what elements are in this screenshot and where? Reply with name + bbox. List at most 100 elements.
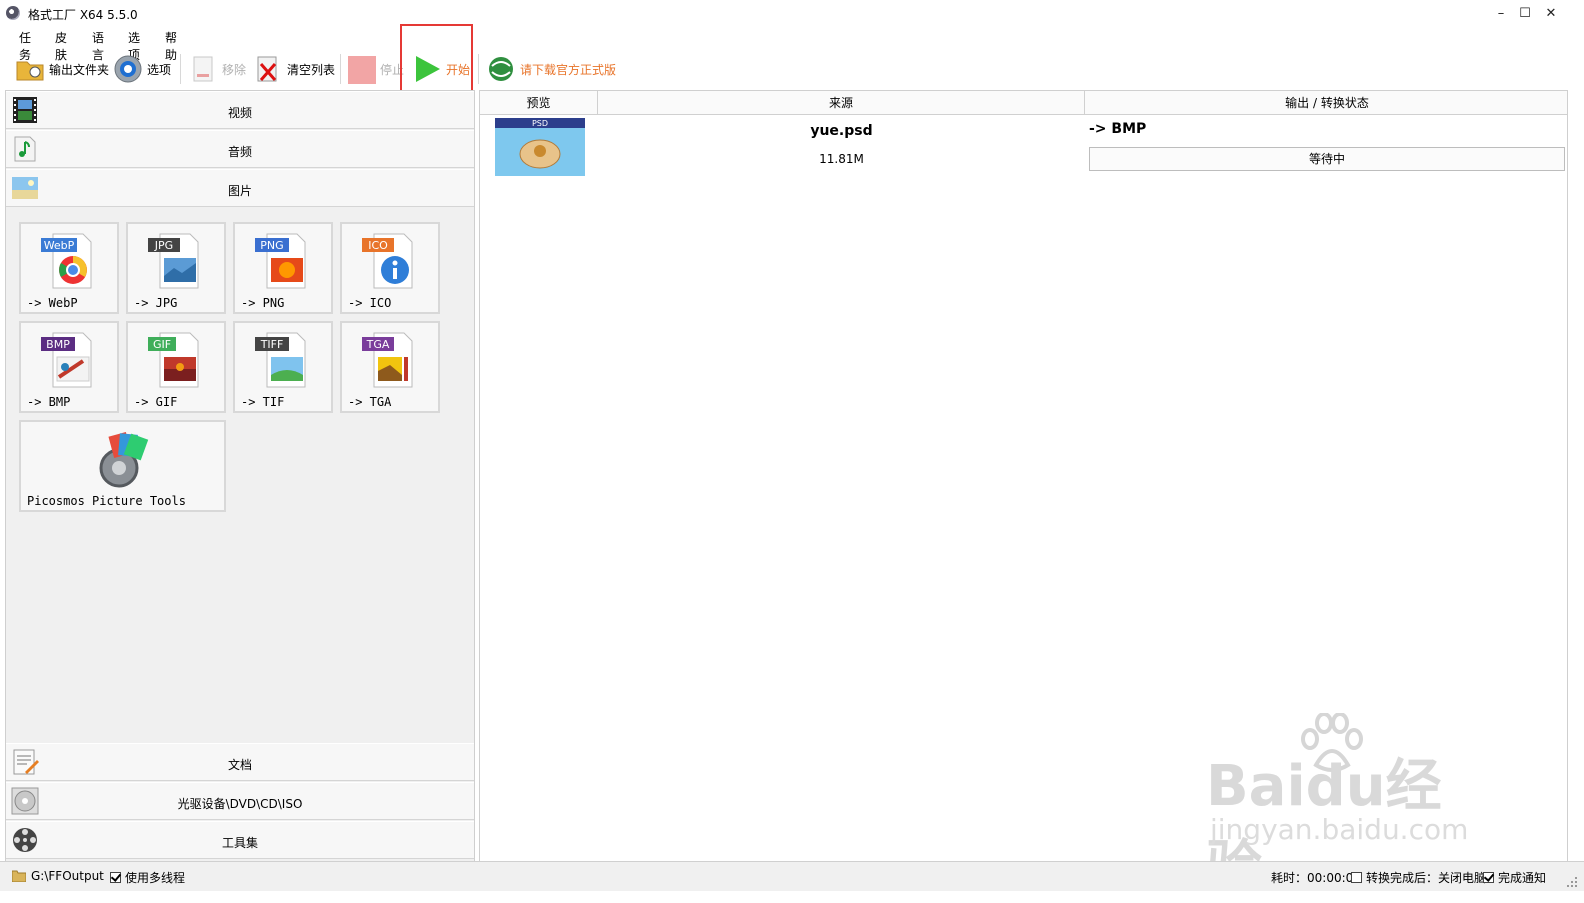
psd-thumbnail: PSD <box>495 118 585 176</box>
svg-text:ICO: ICO <box>368 239 388 252</box>
picosmos-tools-tile[interactable]: Picosmos Picture Tools <box>19 420 226 512</box>
format-label-bmp: -> BMP <box>27 395 71 409</box>
clear-list-button[interactable]: 清空列表 <box>253 52 335 86</box>
globe-icon <box>489 57 513 81</box>
options-label: 选项 <box>147 62 172 77</box>
column-header-preview[interactable]: 预览 <box>480 91 598 115</box>
multithread-label: 使用多线程 <box>125 871 186 885</box>
format-label-tif: -> TIF <box>241 395 285 409</box>
format-label-webp: -> WebP <box>27 296 78 310</box>
column-header-source[interactable]: 来源 <box>598 91 1085 115</box>
jpg-file-icon: JPG <box>148 233 199 289</box>
category-disc-label: 光驱设备\DVD\CD\ISO <box>177 797 303 811</box>
ico-file-icon: ICO <box>362 233 413 289</box>
category-audio[interactable]: 音频 <box>6 130 474 168</box>
notify-label: 完成通知 <box>1498 871 1547 885</box>
clear-list-label: 清空列表 <box>287 62 336 77</box>
category-video[interactable]: 视频 <box>6 91 474 129</box>
svg-text:PSD: PSD <box>532 119 548 128</box>
format-label-tga: -> TGA <box>348 395 392 409</box>
picture-format-grid: WebP -> WebP JPG -> JPG PNG -> PNG ICO -… <box>6 209 474 743</box>
stop-button[interactable]: 停止 <box>346 52 404 86</box>
folder-icon <box>12 870 26 882</box>
category-picture-label: 图片 <box>227 184 252 198</box>
format-factory-window: 格式工厂 X64 5.5.0 – ☐ ✕ 任务 皮肤 语言 选项 帮助 输出文件… <box>0 0 1584 900</box>
output-folder-button[interactable]: 输出文件夹 <box>15 52 109 86</box>
category-picture[interactable]: 图片 <box>6 169 474 207</box>
options-button[interactable]: 选项 <box>113 52 171 86</box>
minimize-button[interactable]: – <box>1488 2 1514 26</box>
tga-file-icon: TGA <box>362 332 413 388</box>
multithread-check-icon <box>110 872 121 883</box>
format-tile-bmp[interactable]: BMP -> BMP <box>19 321 119 413</box>
watermark-url: jingyan.baidu.com <box>1210 813 1469 846</box>
output-folder-path-text: G:\FFOutput <box>31 869 104 883</box>
notify-checkbox[interactable]: 完成通知 <box>1483 869 1546 886</box>
gear-icon <box>114 55 142 83</box>
format-tile-png[interactable]: PNG -> PNG <box>233 222 333 314</box>
output-folder-path[interactable]: G:\FFOutput <box>12 869 104 883</box>
window-title: 格式工厂 X64 5.5.0 <box>28 8 138 22</box>
svg-text:PNG: PNG <box>260 239 283 252</box>
format-tile-ico[interactable]: ICO -> ICO <box>340 222 440 314</box>
after-convert-label: 转换完成后：关闭电脑 <box>1366 871 1487 885</box>
column-header-output[interactable]: 输出 / 转换状态 <box>1085 91 1569 115</box>
remove-document-icon <box>193 56 213 82</box>
category-disc[interactable]: 光驱设备\DVD\CD\ISO <box>6 782 474 820</box>
conversion-status: 等待中 <box>1089 147 1565 171</box>
remove-button[interactable]: 移除 <box>188 52 246 86</box>
format-tile-jpg[interactable]: JPG -> JPG <box>126 222 226 314</box>
toolbar-divider <box>340 54 341 84</box>
svg-text:TIFF: TIFF <box>260 338 284 351</box>
after-convert-checkbox[interactable]: 转换完成后：关闭电脑 <box>1351 869 1486 886</box>
svg-text:GIF: GIF <box>153 338 171 351</box>
format-tile-tga[interactable]: TGA -> TGA <box>340 321 440 413</box>
elapsed-time: 耗时：00:00:00 <box>1271 871 1361 885</box>
png-file-icon: PNG <box>255 233 306 289</box>
title-bar: 格式工厂 X64 5.5.0 – ☐ ✕ <box>0 0 1584 28</box>
svg-text:WebP: WebP <box>44 239 75 252</box>
format-label-png: -> PNG <box>241 296 285 310</box>
picosmos-gear-icon <box>99 432 149 488</box>
format-tile-tif[interactable]: TIFF -> TIF <box>233 321 333 413</box>
source-file-name: yue.psd <box>810 123 873 139</box>
source-file-size: 11.81M <box>819 152 864 166</box>
format-tile-webp[interactable]: WebP -> WebP <box>19 222 119 314</box>
app-logo-icon <box>6 6 20 20</box>
format-label-jpg: -> JPG <box>134 296 178 310</box>
resize-grip-icon[interactable] <box>1566 876 1578 888</box>
category-toolbox-label: 工具集 <box>221 836 258 850</box>
category-video-label: 视频 <box>227 106 252 120</box>
download-label: 请下载官方正式版 <box>520 62 617 77</box>
task-list-header: 预览 来源 输出 / 转换状态 <box>480 91 1567 115</box>
table-row[interactable]: PSD yue.psd 11.81M -> BMP 等待中 <box>480 115 1567 179</box>
format-tile-gif[interactable]: GIF -> GIF <box>126 321 226 413</box>
picosmos-tools-label: Picosmos Picture Tools <box>27 494 186 508</box>
clear-list-icon <box>257 56 277 82</box>
status-bar: G:\FFOutput 使用多线程 耗时：00:00:00 转换完成后：关闭电脑… <box>0 861 1584 891</box>
bmp-file-icon: BMP <box>41 332 92 388</box>
after-convert-check-icon <box>1351 872 1362 883</box>
remove-label: 移除 <box>222 62 247 77</box>
multithread-checkbox[interactable]: 使用多线程 <box>110 869 185 886</box>
folder-icon <box>16 61 44 81</box>
toolbar-divider <box>180 54 181 84</box>
svg-text:TGA: TGA <box>366 338 390 351</box>
toolbar-divider <box>478 54 479 84</box>
category-panel: 视频 音频 图片 WebP -> WebP JPG -> JPG PNG -> … <box>5 90 475 865</box>
stop-icon <box>348 56 376 84</box>
format-label-ico: -> ICO <box>348 296 392 310</box>
download-official-link[interactable]: 请下载官方正式版 <box>486 52 616 86</box>
tiff-file-icon: TIFF <box>255 332 306 388</box>
svg-text:JPG: JPG <box>154 239 173 252</box>
svg-text:BMP: BMP <box>46 338 70 351</box>
notify-check-icon <box>1483 872 1494 883</box>
category-document[interactable]: 文档 <box>6 743 474 781</box>
gif-file-icon: GIF <box>148 332 199 388</box>
category-document-label: 文档 <box>227 758 252 772</box>
close-button[interactable]: ✕ <box>1538 2 1564 26</box>
output-folder-label: 输出文件夹 <box>49 62 110 77</box>
maximize-button[interactable]: ☐ <box>1512 2 1538 26</box>
category-toolbox[interactable]: 工具集 <box>6 821 474 859</box>
webp-file-icon: WebP <box>41 233 92 289</box>
